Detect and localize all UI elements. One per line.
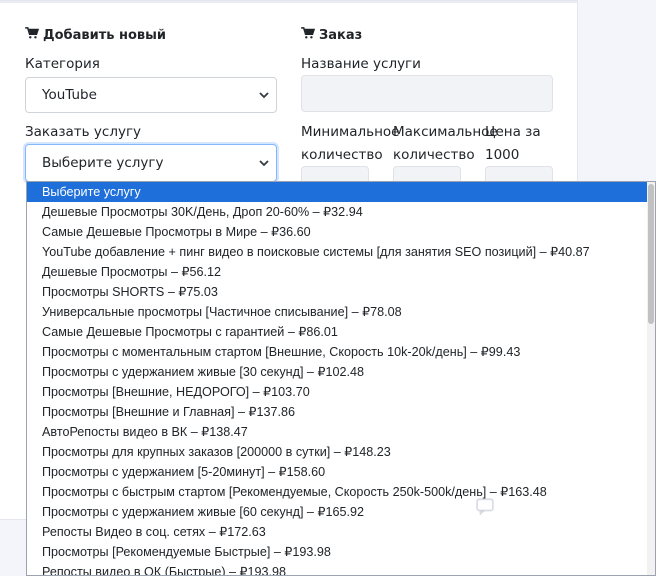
- chat-icon: [476, 498, 494, 515]
- dropdown-option[interactable]: Дешевые Просмотры – ₽56.12: [27, 262, 655, 282]
- dropdown-option[interactable]: Просмотры с удержанием [5-20минут] – ₽15…: [27, 462, 655, 482]
- dropdown-option[interactable]: Просмотры с удержанием живые [60 секунд]…: [27, 502, 655, 522]
- category-select[interactable]: YouTube: [25, 77, 277, 113]
- min-quantity-label-line1: Минимальное: [301, 124, 400, 140]
- dropdown-option[interactable]: Просмотры с моментальным стартом [Внешни…: [27, 342, 655, 362]
- min-quantity-label-line2: количество: [301, 147, 383, 163]
- service-options: Выберите услугу Дешевые Просмотры 30K/Ден…: [27, 182, 655, 575]
- dropdown-option[interactable]: Выберите услугу: [27, 182, 655, 202]
- scrollbar-thumb[interactable]: [648, 184, 654, 324]
- cart-icon: [301, 27, 316, 43]
- add-new-heading: Добавить новый: [25, 27, 166, 43]
- max-quantity-label-line2: количество: [393, 147, 475, 163]
- dropdown-option[interactable]: Самые Дешевые Просмотры в Мире – ₽36.60: [27, 222, 655, 242]
- dropdown-option[interactable]: Универсальные просмотры [Частичное списы…: [27, 302, 655, 322]
- service-name-field[interactable]: [301, 75, 553, 112]
- service-label: Заказать услугу: [25, 124, 142, 140]
- watermark-logo: [476, 497, 494, 515]
- service-dropdown-list[interactable]: Выберите услугу Дешевые Просмотры 30K/Ден…: [26, 181, 656, 576]
- cart-icon: [25, 27, 40, 43]
- chevron-down-icon: [259, 92, 269, 99]
- max-quantity-label-line1: Максимальное: [393, 124, 498, 140]
- service-name-label: Название услуги: [301, 56, 421, 72]
- dropdown-option[interactable]: Просмотры с удержанием живые [30 секунд]…: [27, 362, 655, 382]
- price-label-line1: Цена за: [485, 124, 541, 140]
- dropdown-option[interactable]: Дешевые Просмотры 30K/День, Дроп 20-60% …: [27, 202, 655, 222]
- dropdown-option[interactable]: Репосты Видео в соц. сетях – ₽172.63: [27, 522, 655, 542]
- order-heading: Заказ: [301, 27, 362, 43]
- category-value: YouTube: [42, 87, 97, 103]
- chevron-down-icon: [259, 160, 269, 167]
- service-select[interactable]: Выберите услугу: [25, 144, 277, 182]
- dropdown-option[interactable]: Просмотры [Внешние, НЕДОРОГО] – ₽103.70: [27, 382, 655, 402]
- dropdown-option[interactable]: Самые Дешевые Просмотры с гарантией – ₽8…: [27, 322, 655, 342]
- dropdown-option[interactable]: Просмотры SHORTS – ₽75.03: [27, 282, 655, 302]
- dropdown-option[interactable]: АвтоРепосты видео в ВК – ₽138.47: [27, 422, 655, 442]
- dropdown-option[interactable]: Просмотры с быстрым стартом [Рекомендуем…: [27, 482, 655, 502]
- dropdown-option[interactable]: YouTube добавление + пинг видео в поиско…: [27, 242, 655, 262]
- dropdown-scrollbar[interactable]: [647, 182, 655, 575]
- add-new-title: Добавить новый: [43, 27, 166, 43]
- dropdown-option[interactable]: Репосты видео в ОК (Быстрые) – ₽193.98: [27, 562, 655, 575]
- order-title: Заказ: [319, 27, 363, 43]
- dropdown-option[interactable]: Просмотры [Внешние и Главная] – ₽137.86: [27, 402, 655, 422]
- service-value: Выберите услугу: [42, 155, 164, 171]
- card-top-border: [0, 1, 578, 3]
- dropdown-option[interactable]: Просмотры [Рекомендуемые Быстрые] – ₽193…: [27, 542, 655, 562]
- dropdown-option[interactable]: Просмотры для крупных заказов [200000 в …: [27, 442, 655, 462]
- price-label-line2: 1000: [485, 147, 520, 163]
- category-label: Категория: [25, 56, 100, 72]
